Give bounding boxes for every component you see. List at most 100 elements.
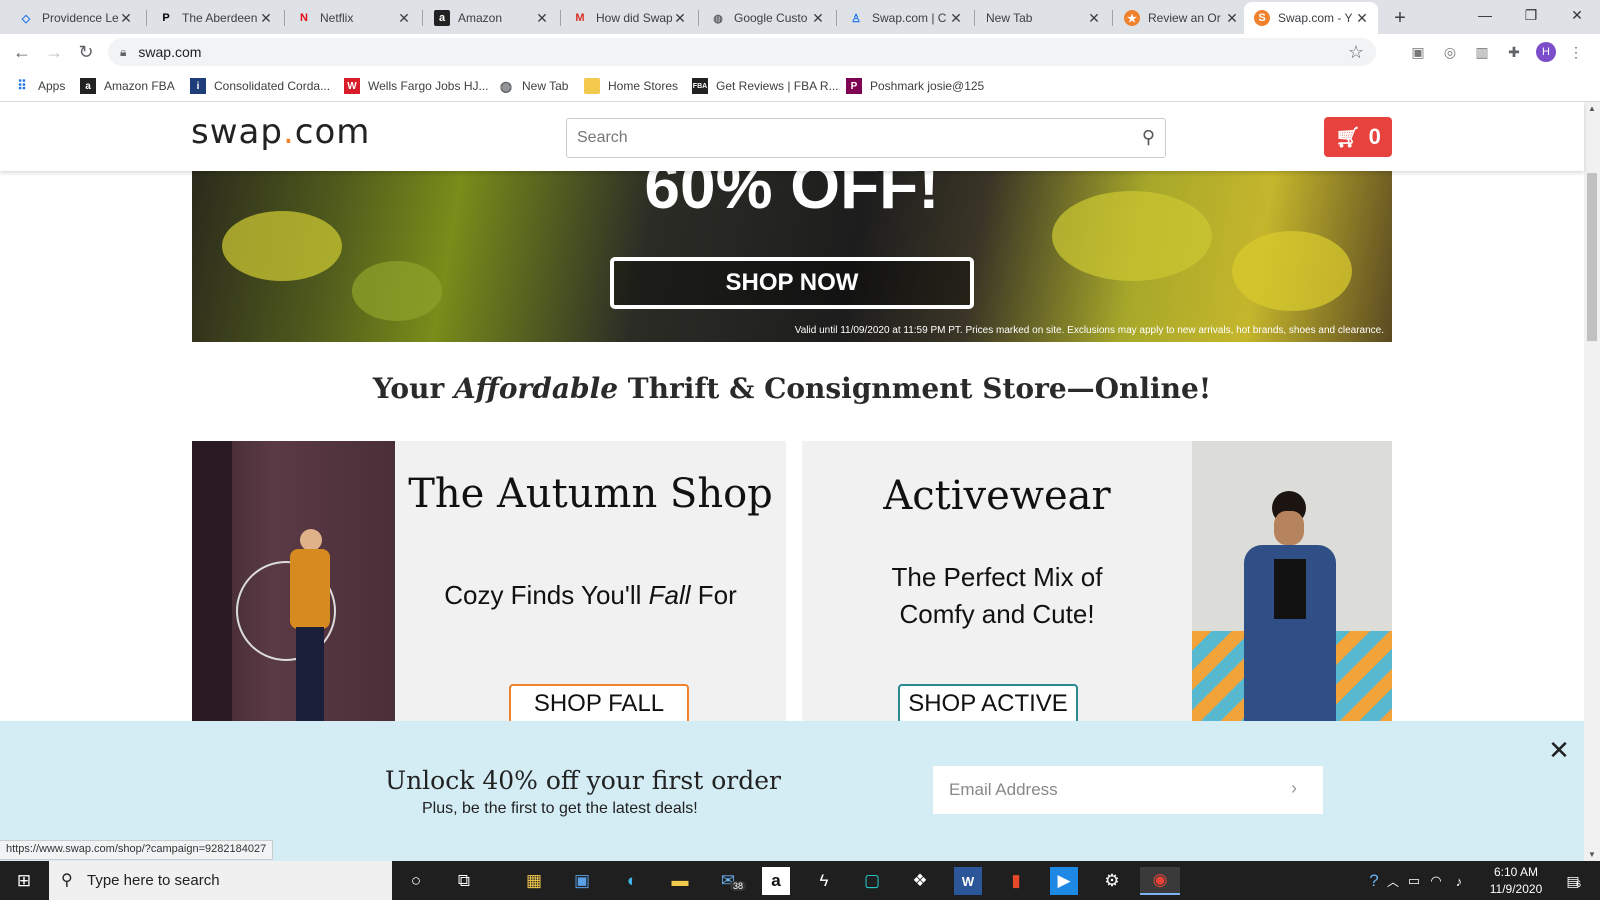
restore-icon[interactable]: ❐ — [1508, 0, 1554, 30]
search-icon[interactable]: ⚲ — [1142, 127, 1155, 148]
photos-icon[interactable]: ▣ — [568, 867, 596, 895]
profile-avatar[interactable]: H — [1536, 42, 1556, 62]
close-icon[interactable]: ✕ — [1354, 10, 1370, 27]
dropbox-icon[interactable]: ❖ — [906, 867, 934, 895]
extension-globe-icon[interactable]: ◎ — [1440, 42, 1460, 62]
shop-fall-button[interactable]: SHOP FALL — [509, 684, 689, 724]
tab-review[interactable]: ★ Review an Or ✕ — [1114, 2, 1248, 34]
tab-netflix[interactable]: N Netflix ✕ — [286, 2, 420, 34]
bookmark-home-stores[interactable]: Home Stores — [584, 76, 678, 96]
close-icon[interactable]: ✕ — [672, 10, 688, 27]
tab-google-custom[interactable]: ◍ Google Custo ✕ — [700, 2, 834, 34]
taskbar: ⊞ ⚲ Type here to search ○ ⧉ ▦ ▣ ◐ ▬ ✉ 38… — [0, 861, 1600, 900]
bookmark-amazon-fba[interactable]: a Amazon FBA — [80, 76, 175, 96]
close-icon[interactable]: ✕ — [534, 10, 550, 27]
tab-swap-contact[interactable]: ♙ Swap.com | C ✕ — [838, 2, 972, 34]
mail-icon[interactable]: ✉ 38 — [714, 867, 747, 895]
forward-arrow-icon[interactable]: → — [42, 40, 66, 64]
task-view-icon[interactable]: ⧉ — [450, 867, 478, 895]
taskbar-search-input[interactable]: ⚲ Type here to search — [49, 861, 392, 900]
volume-icon[interactable]: ♪ — [1448, 867, 1470, 895]
autumn-photo[interactable] — [192, 441, 395, 721]
status-bar-url: https://www.swap.com/shop/?campaign=9282… — [0, 840, 274, 860]
activewear-photo[interactable] — [1192, 441, 1392, 721]
swap-logo[interactable]: swap.com — [191, 112, 370, 152]
kebab-menu-icon[interactable]: ⋮ — [1566, 42, 1586, 62]
bookmark-new-tab[interactable]: ◍ New Tab — [498, 76, 569, 96]
lightning-app-icon[interactable]: ϟ — [810, 867, 838, 895]
site-search-input[interactable]: Search ⚲ — [566, 118, 1166, 158]
tab-new-tab[interactable]: New Tab ✕ — [976, 2, 1110, 34]
minimize-icon[interactable]: — — [1462, 0, 1508, 30]
chevron-right-icon[interactable]: › — [1291, 778, 1297, 799]
media-player-icon[interactable]: ▶ — [1050, 867, 1078, 895]
email-field[interactable]: Email Address › — [933, 766, 1323, 814]
settings-gear-icon[interactable]: ⚙ — [1098, 867, 1126, 895]
close-icon[interactable]: ✕ — [948, 10, 964, 27]
activewear-card[interactable]: Activewear The Perfect Mix of Comfy and … — [802, 441, 1192, 724]
bookmark-poshmark[interactable]: P Poshmark josie@125 — [846, 76, 984, 96]
autumn-shop-card[interactable]: The Autumn Shop Cozy Finds You'll Fall F… — [395, 441, 786, 724]
hero-banner[interactable]: 60% OFF! SHOP NOW Valid until 11/09/2020… — [192, 171, 1392, 342]
extension-js-icon[interactable]: ▣ — [1408, 42, 1428, 62]
notifications-icon[interactable]: ▤ 6 — [1558, 867, 1588, 895]
shop-active-button[interactable]: SHOP ACTIVE — [898, 684, 1078, 724]
cart-button[interactable]: 🛒︎ 0 — [1324, 117, 1392, 157]
close-icon[interactable]: ✕ — [1545, 735, 1573, 765]
tab-separator — [1112, 10, 1113, 26]
office-icon[interactable]: ▮ — [1002, 867, 1030, 895]
close-icon[interactable]: ✕ — [810, 10, 826, 27]
shop-now-button[interactable]: SHOP NOW — [610, 257, 974, 309]
amazon-icon[interactable]: a — [762, 867, 790, 895]
scroll-thumb[interactable] — [1587, 173, 1597, 341]
close-icon[interactable]: ✕ — [1086, 10, 1102, 27]
wifi-icon[interactable]: ◠ — [1426, 867, 1446, 895]
chevron-up-icon[interactable]: ︿ — [1384, 867, 1402, 895]
tab-title: Amazon — [458, 11, 503, 25]
scroll-down-icon[interactable]: ▼ — [1588, 850, 1596, 859]
edge-icon[interactable]: ◐ — [618, 867, 646, 895]
tab-amazon[interactable]: a Amazon ✕ — [424, 2, 558, 34]
tab-swap-active[interactable]: S Swap.com - Y ✕ — [1244, 2, 1378, 34]
page-scrollbar[interactable]: ▲ ▼ — [1584, 102, 1600, 861]
bookmark-consolidated[interactable]: i Consolidated Corda... — [190, 76, 330, 96]
amazon-icon: a — [434, 10, 450, 26]
bookmark-wells-fargo[interactable]: W Wells Fargo Jobs HJ... — [344, 76, 488, 96]
hero-headline: 60% OFF! — [644, 171, 940, 222]
extension-chart-icon[interactable]: ▥ — [1472, 42, 1492, 62]
extensions-puzzle-icon[interactable]: ✚ — [1504, 42, 1524, 62]
windows-start-icon[interactable]: ⊞ — [10, 867, 38, 895]
tab-aberdeen[interactable]: P The Aberdeen ✕ — [148, 2, 282, 34]
back-arrow-icon[interactable]: ← — [10, 40, 34, 64]
tab-providence[interactable]: ◇ Providence Le ✕ — [8, 2, 142, 34]
reload-icon[interactable]: ↻ — [74, 40, 98, 64]
chrome-icon[interactable]: ◉ — [1140, 867, 1180, 895]
scroll-up-icon[interactable]: ▲ — [1588, 104, 1596, 113]
notification-count: 6 — [1576, 879, 1582, 889]
bookmark-get-reviews[interactable]: FBA Get Reviews | FBA R... — [692, 76, 838, 96]
close-icon[interactable]: ✕ — [118, 10, 134, 27]
tab-separator — [698, 10, 699, 26]
cortana-icon[interactable]: ○ — [402, 867, 430, 895]
file-explorer-icon[interactable]: ▬ — [666, 867, 694, 895]
browser-toolbar: ← → ↻ 🔒︎ swap.com ☆ ▣ ◎ ▥ ✚ H ⋮ — [0, 34, 1600, 70]
app-square-icon[interactable]: ▢ — [858, 867, 886, 895]
clock-time: 6:10 AM — [1493, 865, 1539, 879]
store-icon[interactable]: ▦ — [520, 867, 548, 895]
close-icon[interactable]: ✕ — [1224, 10, 1240, 27]
taskbar-clock[interactable]: 6:10 AM 11/9/2020 — [1480, 864, 1552, 898]
bookmark-apps[interactable]: ⠿ Apps — [14, 76, 65, 96]
autumn-subtitle: Cozy Finds You'll Fall For — [395, 577, 786, 614]
tab-gmail[interactable]: M How did Swap ✕ — [562, 2, 696, 34]
tab-title: Swap.com | C — [872, 11, 947, 25]
amazon-icon: a — [80, 78, 96, 94]
battery-icon[interactable]: ▭ — [1404, 867, 1424, 895]
close-icon[interactable]: ✕ — [396, 10, 412, 27]
address-bar[interactable]: 🔒︎ swap.com ☆ — [108, 38, 1376, 66]
new-tab-button[interactable]: + — [1388, 6, 1412, 30]
close-icon[interactable]: ✕ — [258, 10, 274, 27]
tagline-text: Your — [372, 372, 454, 405]
window-close-icon[interactable]: ✕ — [1554, 0, 1600, 30]
bookmark-star-icon[interactable]: ☆ — [1348, 42, 1364, 63]
word-icon[interactable]: W — [954, 867, 982, 895]
